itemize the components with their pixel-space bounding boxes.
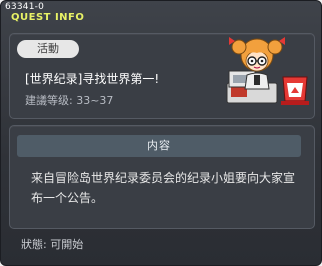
level-requirement: 建議等级: 33~37 <box>25 94 114 107</box>
window-title: QUEST INFO <box>11 12 85 23</box>
details-section-header: 内容 <box>17 135 301 157</box>
quest-description: 来自冒险岛世界纪录委员会的纪录小姐要向大家宣布一个公告。 <box>31 171 296 205</box>
quest-status: 狀態: 可開始 <box>21 238 84 251</box>
quest-info-window: 63341-0 QUEST INFO 活動 [世界纪录]寻找世界第一! 建議等级… <box>0 0 322 266</box>
category-badge: 活動 <box>17 40 79 58</box>
title-bar[interactable]: 63341-0 QUEST INFO <box>1 1 321 31</box>
quest-name: [世界纪录]寻找世界第一! <box>25 72 160 86</box>
npc-portrait <box>226 37 309 105</box>
quest-id: 63341-0 <box>5 2 45 12</box>
